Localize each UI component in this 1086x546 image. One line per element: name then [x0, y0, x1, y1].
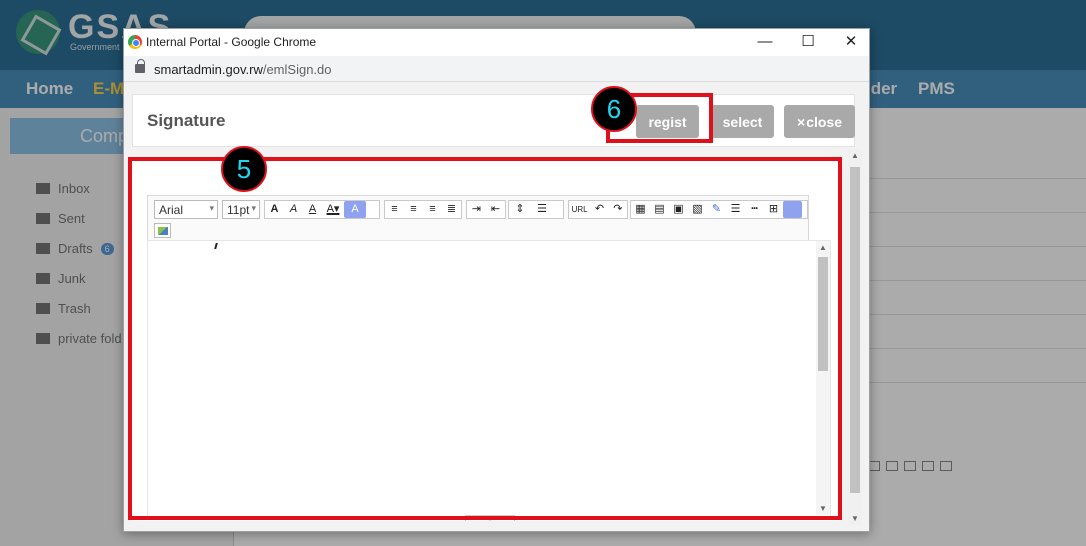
- scroll-up-icon[interactable]: ▲: [851, 151, 859, 160]
- close-button[interactable]: ×close: [784, 105, 855, 138]
- lock-icon: [135, 59, 145, 73]
- annotation-box-editor: [128, 157, 842, 520]
- window-titlebar[interactable]: Internal Portal - Google Chrome — ☐ ✕: [124, 29, 869, 56]
- url-host: smartadmin.gov.rw: [154, 62, 263, 77]
- window-title: Internal Portal - Google Chrome: [146, 35, 317, 49]
- select-button[interactable]: select: [711, 105, 774, 138]
- step-marker-5: 5: [221, 146, 267, 192]
- scroll-down-icon[interactable]: ▼: [851, 514, 859, 523]
- url-text: smartadmin.gov.rw/emlSign.do: [154, 62, 332, 77]
- signature-header: Signature regist select ×close: [132, 94, 855, 147]
- address-bar[interactable]: smartadmin.gov.rw/emlSign.do: [124, 56, 869, 82]
- minimize-button[interactable]: —: [748, 31, 782, 53]
- url-path: /emlSign.do: [262, 62, 332, 77]
- step-marker-6: 6: [591, 86, 637, 132]
- close-x-icon: ×: [797, 113, 806, 130]
- page-title: Signature: [147, 111, 226, 130]
- chrome-favicon-icon: [128, 35, 142, 49]
- maximize-button[interactable]: ☐: [791, 31, 825, 53]
- window-close-button[interactable]: ✕: [834, 31, 868, 53]
- popup-scrollbar[interactable]: ▲ ▼: [848, 149, 862, 525]
- popup-scroll-thumb[interactable]: [850, 167, 860, 493]
- close-label: close: [806, 113, 842, 130]
